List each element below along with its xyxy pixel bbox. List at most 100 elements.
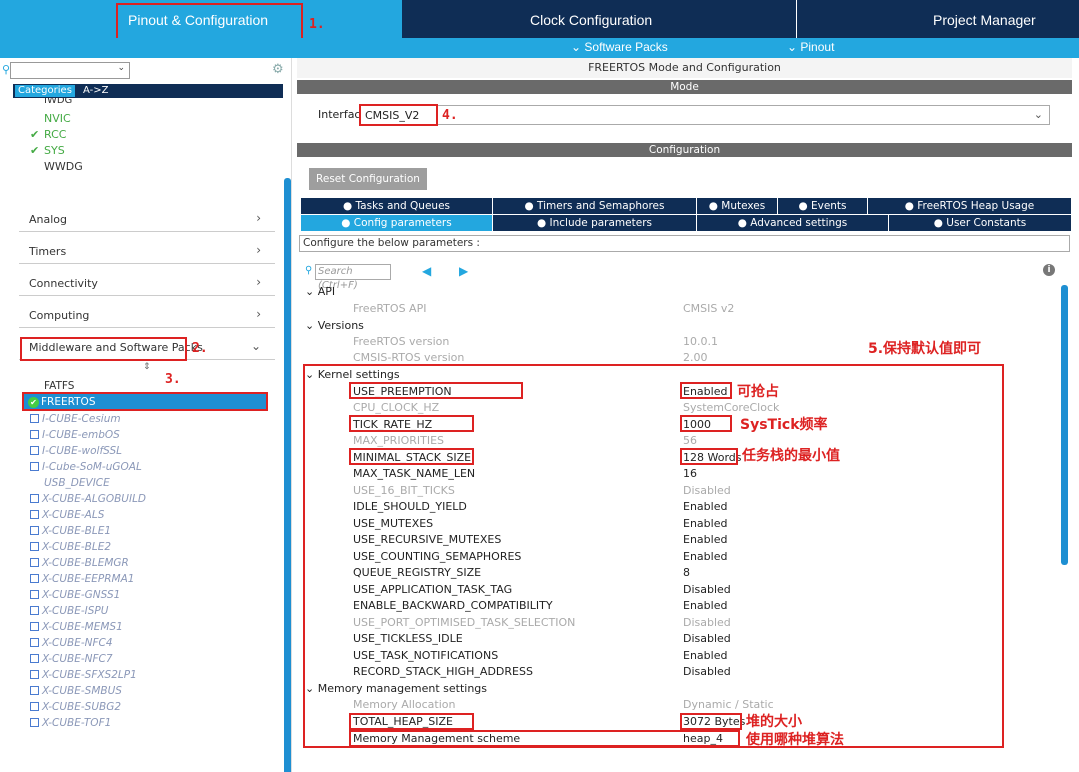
interface-select[interactable]: CMSIS_V2 ⌄: [360, 105, 1050, 125]
config-tabs-row-1: ● Tasks and Queues ● Timers and Semaphor…: [301, 198, 1072, 214]
sys-item-nvic[interactable]: NVIC: [44, 112, 71, 125]
pack-item[interactable]: I-CUBE-embOS: [30, 429, 120, 441]
parameter-search-input[interactable]: Search (Ctrl+F): [315, 264, 391, 291]
pack-icon: [30, 670, 39, 679]
annotation-note-tick: SysTick频率: [740, 417, 828, 433]
pack-item[interactable]: X-CUBE-GNSS1: [30, 589, 120, 601]
annotation-step-2: 2.: [192, 341, 208, 356]
pack-item[interactable]: X-CUBE-EEPRMA1: [30, 573, 134, 585]
sys-item-iwdg[interactable]: IWDG: [44, 98, 72, 106]
pack-item[interactable]: X-CUBE-MEMS1: [30, 621, 123, 633]
pack-icon: [30, 606, 39, 615]
pack-icon: [30, 638, 39, 647]
pack-icon: [30, 462, 39, 471]
tab-tasks-and-queues[interactable]: ● Tasks and Queues: [301, 198, 493, 214]
section-label: Analog: [29, 213, 68, 226]
annotation-box-heap-value: [680, 713, 742, 730]
group-versions[interactable]: ⌄ Versions: [305, 319, 364, 332]
pack-item[interactable]: X-CUBE-BLE1: [30, 525, 111, 537]
tab-label: Mutexes: [721, 200, 766, 212]
pack-item[interactable]: X-CUBE-ISPU: [30, 605, 108, 617]
software-packs-menu[interactable]: ⌄ Software Packs: [571, 40, 668, 54]
pack-item[interactable]: X-CUBE-BLEMGR: [30, 557, 129, 569]
pack-item-fatfs[interactable]: FATFS: [44, 380, 74, 392]
info-icon[interactable]: i: [1043, 264, 1055, 276]
param-value[interactable]: 10.0.1: [683, 335, 718, 348]
annotation-box-4: [359, 104, 438, 126]
previous-icon[interactable]: ◀: [422, 264, 431, 278]
tab-freertos-heap-usage[interactable]: ● FreeRTOS Heap Usage: [868, 198, 1072, 214]
param-value[interactable]: CMSIS v2: [683, 302, 734, 315]
group-api[interactable]: ⌄ API: [305, 285, 335, 298]
gear-icon[interactable]: ⚙: [272, 62, 284, 77]
sort-icon[interactable]: ⇕: [143, 362, 151, 372]
search-icon: ⚲: [305, 265, 313, 276]
category-search-input[interactable]: ⚲ ⌄: [2, 62, 130, 79]
tab-events[interactable]: ● Events: [778, 198, 868, 214]
pack-item[interactable]: X-CUBE-BLE2: [30, 541, 111, 553]
pack-icon: [30, 686, 39, 695]
pack-item[interactable]: X-CUBE-ALGOBUILD: [30, 493, 146, 505]
tab-config-parameters[interactable]: ● Config parameters: [301, 215, 493, 231]
section-analog[interactable]: Analog ›: [19, 204, 275, 232]
category-tab-bar: Categories A->Z: [13, 84, 283, 98]
tab-label: Tasks and Queues: [355, 200, 451, 212]
pack-icon: [30, 494, 39, 503]
pack-label: X-CUBE-SUBG2: [42, 701, 122, 713]
tab-label: Events: [810, 200, 847, 212]
pack-label: X-CUBE-BLEMGR: [42, 557, 129, 569]
pack-item[interactable]: X-CUBE-NFC7: [30, 653, 113, 665]
pack-item[interactable]: X-CUBE-NFC4: [30, 637, 113, 649]
pack-icon: [30, 558, 39, 567]
next-icon[interactable]: ▶: [459, 264, 468, 278]
tab-a-z[interactable]: A->Z: [83, 85, 108, 96]
pack-icon: [30, 574, 39, 583]
pack-item[interactable]: X-CUBE-SFXS2LP1: [30, 669, 137, 681]
pack-icon: [30, 702, 39, 711]
pack-item[interactable]: X-CUBE-TOF1: [30, 717, 111, 729]
pack-item[interactable]: X-CUBE-SUBG2: [30, 701, 121, 713]
pack-item[interactable]: X-CUBE-ALS: [30, 509, 104, 521]
param-value[interactable]: 2.00: [683, 351, 708, 364]
pack-item[interactable]: I-CUBE-wolfSSL: [30, 445, 122, 457]
group-label: Versions: [317, 319, 364, 332]
right-scrollbar[interactable]: [1061, 285, 1068, 565]
left-scrollbar[interactable]: [284, 178, 291, 772]
pack-item-usb-device[interactable]: USB_DEVICE: [44, 477, 110, 489]
tab-advanced-settings[interactable]: ● Advanced settings: [697, 215, 889, 231]
tab-label: User Constants: [946, 217, 1027, 229]
annotation-note-preempt: 可抢占: [737, 384, 779, 400]
configuration-header: Configuration: [297, 143, 1072, 157]
pack-label: X-CUBE-ALS: [42, 509, 105, 521]
pack-label: X-CUBE-NFC4: [42, 637, 113, 649]
sub-tab-bar: ⌄ Software Packs ⌄ Pinout: [0, 38, 1079, 58]
pack-item[interactable]: X-CUBE-SMBUS: [30, 685, 122, 697]
tab-project-manager[interactable]: Project Manager: [796, 0, 1079, 38]
annotation-step-3: 3.: [165, 372, 181, 387]
section-timers[interactable]: Timers ›: [19, 236, 275, 264]
tab-include-parameters[interactable]: ● Include parameters: [493, 215, 697, 231]
tab-mutexes[interactable]: ● Mutexes: [697, 198, 778, 214]
annotation-note-heap: 堆的大小: [746, 714, 802, 730]
pack-icon: [30, 542, 39, 551]
section-computing[interactable]: Computing ›: [19, 300, 275, 328]
pinout-menu[interactable]: ⌄ Pinout: [787, 40, 834, 54]
reset-configuration-button[interactable]: Reset Configuration: [309, 168, 427, 190]
tab-categories[interactable]: Categories: [15, 85, 75, 97]
tab-user-constants[interactable]: ● User Constants: [889, 215, 1072, 231]
section-connectivity[interactable]: Connectivity ›: [19, 268, 275, 296]
pack-icon: [30, 446, 39, 455]
chevron-down-icon: ⌄: [250, 339, 261, 353]
chevron-down-icon: ⌄: [1033, 108, 1043, 121]
sys-item-wwdg[interactable]: WWDG: [44, 160, 83, 173]
annotation-box-tick-value: [680, 415, 732, 432]
pack-item[interactable]: I-Cube-SoM-uGOAL: [30, 461, 142, 473]
tab-timers-and-semaphores[interactable]: ● Timers and Semaphores: [493, 198, 697, 214]
sys-item-rcc[interactable]: RCC: [44, 128, 66, 141]
tab-clock-configuration[interactable]: Clock Configuration: [402, 0, 794, 38]
sys-item-sys[interactable]: SYS: [44, 144, 65, 157]
pack-label: I-CUBE-Cesium: [42, 413, 121, 425]
annotation-step-5: 5.保持默认值即可: [868, 341, 982, 357]
pack-label: X-CUBE-ISPU: [42, 605, 109, 617]
pack-item[interactable]: I-CUBE-Cesium: [30, 413, 121, 425]
